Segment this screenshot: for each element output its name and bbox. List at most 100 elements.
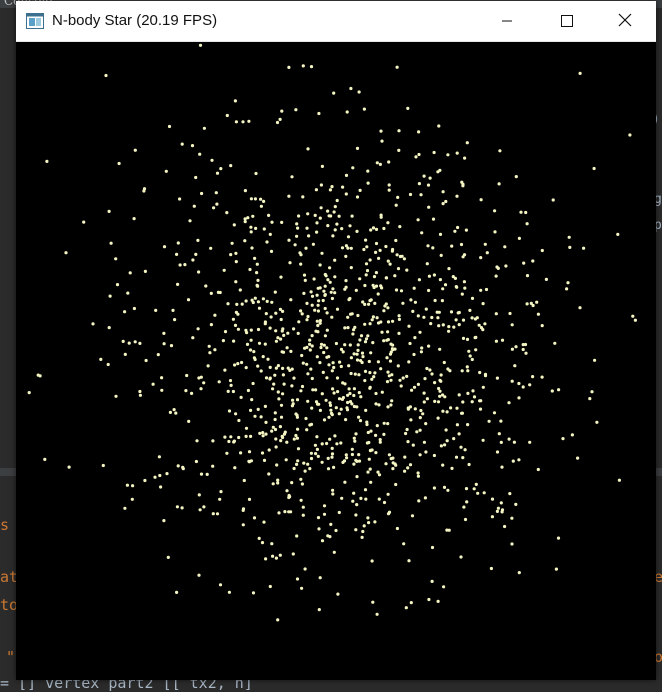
nbody-window[interactable]: N-body Star (20.19 FPS): [16, 1, 656, 680]
star-particle: [165, 472, 169, 476]
star-particle: [321, 370, 325, 374]
star-particle: [349, 356, 353, 360]
star-particle: [318, 263, 322, 267]
star-particle: [217, 380, 221, 384]
star-particle: [301, 64, 305, 68]
simulation-canvas[interactable]: [16, 42, 656, 680]
star-particle: [455, 194, 459, 198]
star-particle: [315, 355, 319, 359]
star-particle: [265, 299, 269, 303]
star-particle: [328, 280, 332, 284]
star-particle: [352, 387, 356, 391]
close-icon: [618, 12, 632, 31]
star-particle: [417, 152, 421, 157]
star-particle: [483, 372, 488, 376]
star-particle: [384, 302, 388, 306]
star-particle: [401, 301, 405, 305]
close-button[interactable]: [602, 1, 648, 41]
star-particle: [164, 169, 168, 173]
star-particle: [487, 419, 491, 423]
star-particle: [474, 482, 478, 486]
star-particle: [386, 405, 390, 409]
star-particle: [138, 341, 142, 345]
star-particle: [194, 252, 198, 256]
star-particle: [441, 202, 445, 206]
star-particle: [247, 450, 252, 454]
background-code-fragment: ": [6, 648, 16, 666]
star-particle: [528, 383, 532, 387]
star-particle: [260, 541, 265, 545]
star-particle: [188, 219, 192, 223]
star-particle: [407, 360, 411, 364]
star-particle: [331, 234, 335, 238]
star-particle: [104, 73, 108, 78]
star-particle: [260, 451, 265, 455]
star-particle: [378, 438, 382, 442]
star-particle: [497, 432, 501, 436]
star-particle: [344, 453, 348, 457]
star-particle: [274, 366, 278, 370]
star-particle: [242, 478, 246, 483]
star-particle: [259, 197, 263, 201]
star-particle: [346, 235, 351, 239]
star-particle: [215, 171, 220, 175]
star-particle: [279, 415, 284, 419]
star-particle: [397, 331, 401, 335]
star-particle: [249, 338, 253, 342]
star-particle: [167, 124, 172, 129]
star-particle: [561, 437, 565, 441]
star-particle: [457, 432, 461, 436]
star-particle: [300, 384, 305, 389]
star-particle: [312, 277, 316, 281]
star-particle: [397, 129, 401, 133]
star-particle: [329, 408, 333, 412]
star-particle: [337, 510, 341, 515]
star-particle: [178, 263, 182, 267]
star-particle: [430, 372, 434, 376]
star-particle: [376, 470, 380, 474]
star-particle: [566, 281, 570, 285]
window-titlebar[interactable]: N-body Star (20.19 FPS): [16, 1, 656, 42]
star-particle: [484, 287, 489, 292]
star-particle: [525, 274, 530, 278]
star-particle: [211, 439, 215, 443]
star-particle: [496, 506, 500, 510]
star-particle: [363, 379, 367, 383]
star-particle: [249, 225, 253, 229]
star-particle: [332, 465, 336, 469]
star-particle: [300, 586, 304, 590]
star-particle: [396, 267, 401, 271]
star-particle: [377, 403, 381, 407]
star-particle: [243, 239, 247, 243]
star-particle: [198, 43, 203, 47]
star-particle: [354, 288, 358, 292]
star-particle: [395, 253, 399, 257]
star-particle: [385, 380, 390, 384]
star-particle: [374, 271, 378, 275]
star-field: [27, 43, 638, 622]
star-particle: [425, 262, 429, 266]
star-particle: [428, 176, 432, 180]
star-particle: [268, 365, 272, 369]
star-particle: [309, 65, 314, 69]
minimize-button[interactable]: [484, 1, 530, 41]
star-particle: [377, 256, 381, 260]
star-particle: [346, 393, 350, 397]
star-particle: [125, 483, 129, 487]
star-particle: [328, 437, 332, 441]
star-particle: [344, 285, 348, 289]
star-particle: [373, 301, 377, 305]
star-particle: [330, 446, 334, 450]
star-particle: [436, 400, 441, 404]
star-particle: [219, 167, 223, 171]
star-particle: [421, 412, 425, 416]
star-particle: [322, 418, 327, 422]
star-particle: [412, 286, 416, 290]
star-particle: [349, 86, 353, 91]
star-particle: [387, 160, 391, 164]
star-particle: [186, 298, 191, 302]
star-particle: [162, 245, 167, 249]
maximize-button[interactable]: [544, 1, 590, 41]
star-particle: [310, 303, 314, 307]
star-particle: [305, 362, 309, 366]
